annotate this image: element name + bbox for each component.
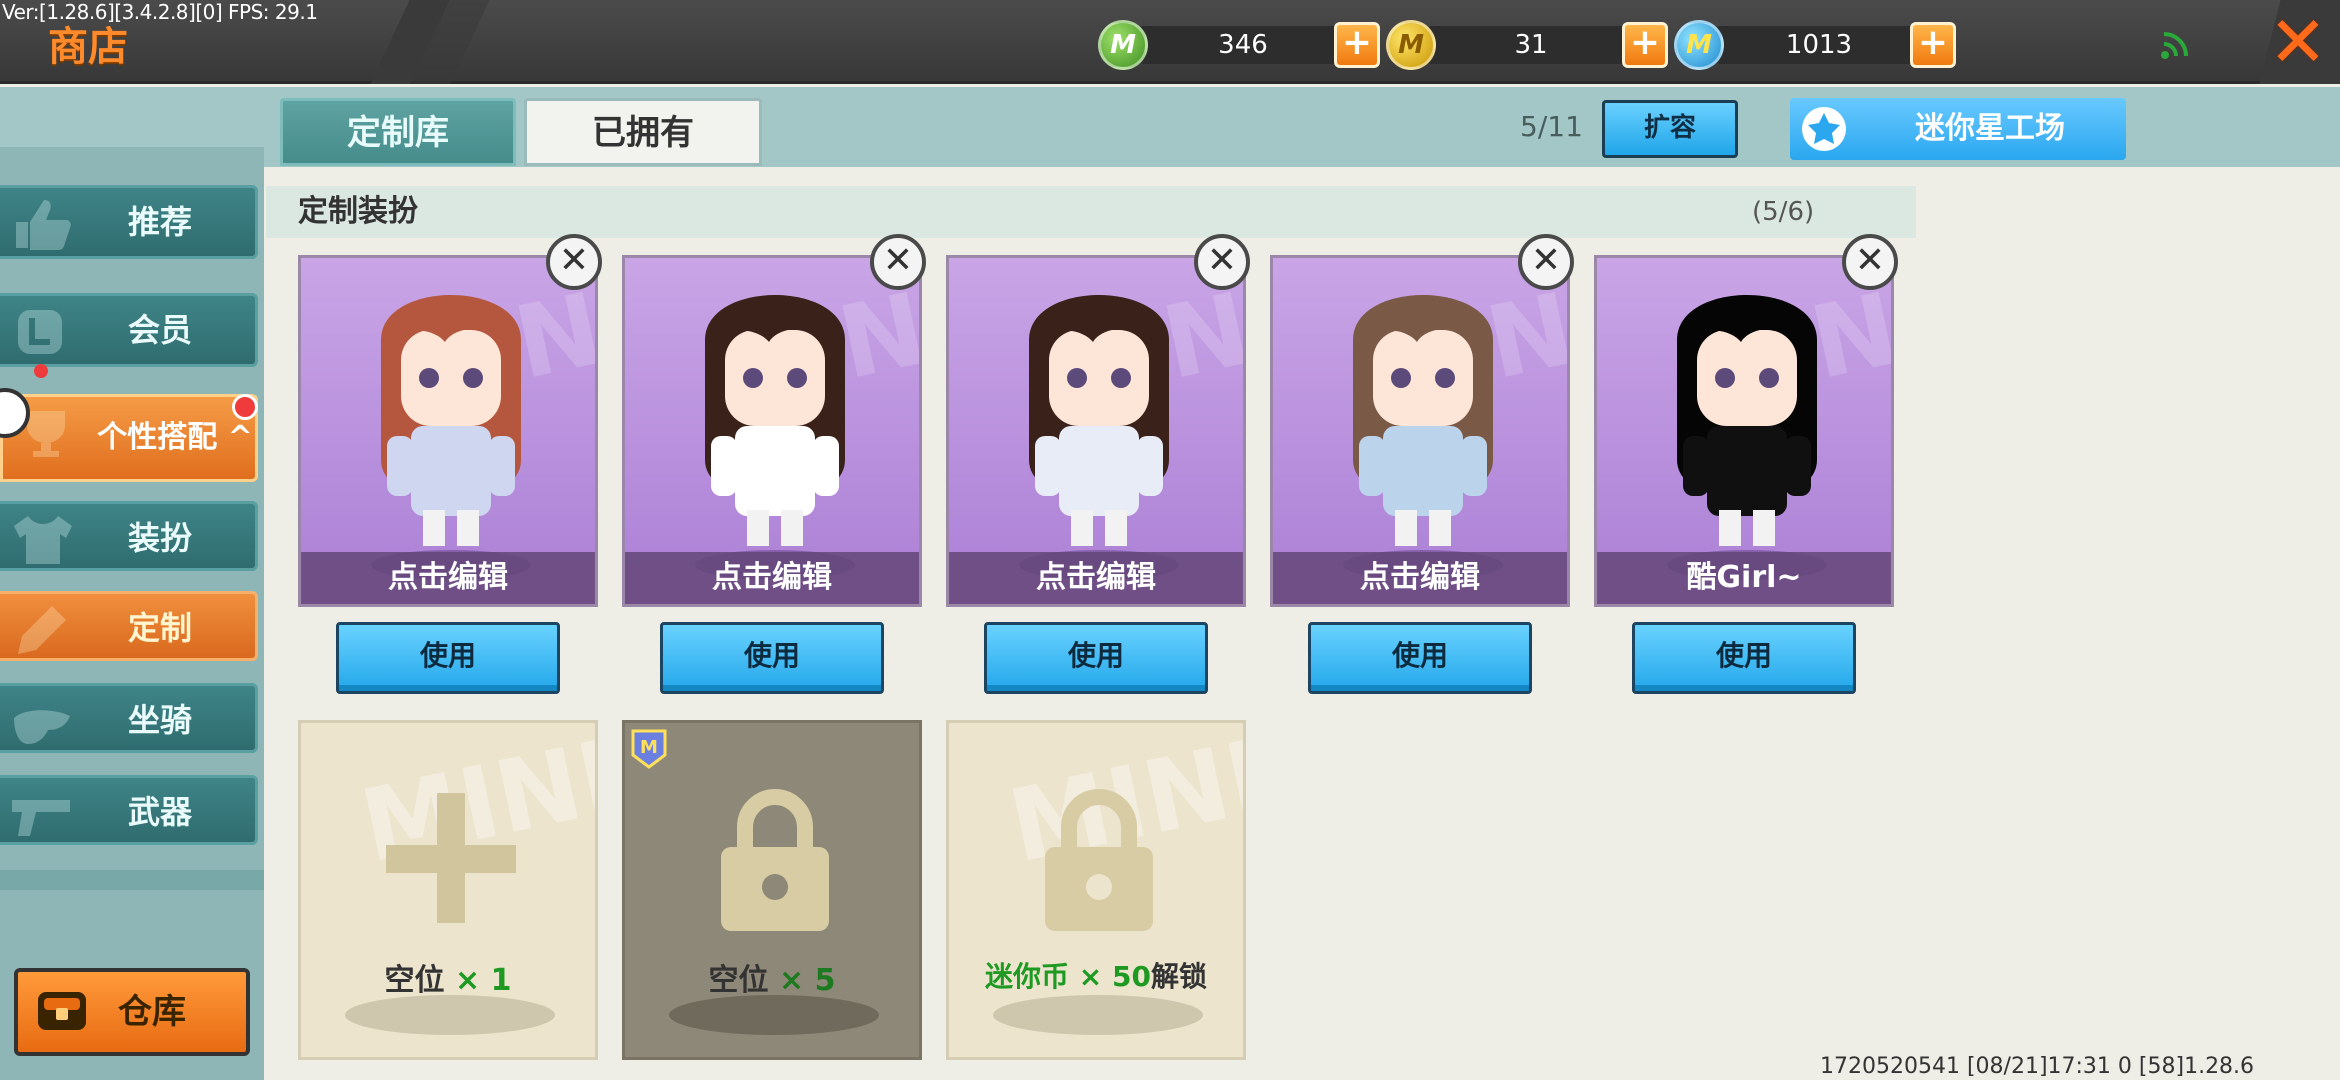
outfit-name[interactable]: 点击编辑: [625, 552, 919, 604]
avatar: [1677, 295, 1817, 546]
tab-owned[interactable]: 已拥有: [524, 98, 762, 166]
outfit-card[interactable]: MINI点击编辑: [298, 255, 598, 607]
add-mini-coin-button[interactable]: +: [1910, 22, 1956, 68]
outfit-name[interactable]: 点击编辑: [949, 552, 1243, 604]
sidebar-item-personal-style[interactable]: 个性搭配 ^: [0, 394, 258, 482]
sidebar-item-custom[interactable]: 定制: [0, 591, 258, 661]
sidebar-item-label: 会员: [127, 311, 192, 349]
outfit-name[interactable]: 酷Girl~: [1597, 552, 1891, 604]
avatar: [1353, 295, 1493, 546]
gun-icon: [12, 800, 70, 836]
sidebar-item-label: 坐骑: [127, 701, 192, 739]
footer-info: 1720520541 [08/21]17:31 0 [58]1.28.6: [1820, 1054, 2255, 1079]
mini-workshop-button[interactable]: 迷你星工场: [1790, 98, 2126, 160]
locked-slot-card[interactable]: M 空位 × 5: [622, 720, 922, 1060]
warehouse-label: 仓库: [118, 992, 186, 1032]
slot-label-price: 迷你币 × 50: [985, 960, 1151, 993]
notification-dot: [232, 394, 258, 420]
tab-custom-library[interactable]: 定制库: [280, 98, 516, 166]
close-icon[interactable]: ✕: [2268, 7, 2328, 77]
sidebar-item-label: 个性搭配 ^: [97, 420, 253, 455]
remove-outfit-button[interactable]: ✕: [1518, 234, 1574, 290]
locked-slot-card[interactable]: MINI 迷你币 × 50解锁: [946, 720, 1246, 1060]
use-outfit-button[interactable]: 使用: [660, 622, 884, 694]
currency-amount: 346: [1218, 30, 1268, 60]
warehouse-button[interactable]: 仓库: [14, 968, 250, 1056]
slot-shadow: [345, 995, 555, 1035]
remove-outfit-button[interactable]: ✕: [1194, 234, 1250, 290]
capacity-count: 5/11: [1520, 110, 1583, 143]
slot-label: 迷你币 × 50解锁: [949, 955, 1243, 995]
add-mini-gold-button[interactable]: +: [1622, 22, 1668, 68]
use-outfit-button[interactable]: 使用: [336, 622, 560, 694]
slot-label-suffix: 解锁: [1150, 960, 1207, 993]
sidebar-item-label: 装扮: [127, 519, 192, 557]
slot-shadow: [669, 995, 879, 1035]
slot-label: 空位 × 5: [625, 955, 919, 999]
thumbs-up-icon: [16, 200, 71, 250]
svg-text:M: M: [640, 737, 658, 758]
lock-icon: [721, 789, 829, 931]
shirt-icon: [14, 516, 72, 564]
vip-badge-icon: [18, 310, 62, 354]
remove-outfit-button[interactable]: ✕: [1842, 234, 1898, 290]
outfit-card[interactable]: MINI点击编辑: [622, 255, 922, 607]
sidebar-item-label: 定制: [127, 609, 192, 647]
mini-vip-badge-icon: M: [631, 729, 667, 769]
sidebar-item-outfit[interactable]: 装扮: [0, 501, 258, 571]
remove-outfit-button[interactable]: ✕: [546, 234, 602, 290]
workshop-label: 迷你星工场: [1915, 111, 2065, 146]
slot-label-prefix: 空位: [708, 963, 779, 998]
empty-slot-card[interactable]: MINI 空位 × 1: [298, 720, 598, 1060]
remove-outfit-button[interactable]: ✕: [870, 234, 926, 290]
slot-shadow: [993, 995, 1203, 1035]
notification-dot: [34, 364, 48, 378]
sidebar-item-vip[interactable]: 会员: [0, 293, 258, 367]
section-header: [266, 186, 1916, 238]
saddle-icon: [14, 710, 70, 744]
sidebar-more-hint: [0, 870, 264, 890]
star-icon: [1802, 107, 1846, 151]
pencil-icon: [18, 606, 66, 654]
signal-icon: [2161, 32, 2188, 59]
expand-capacity-button[interactable]: 扩容: [1602, 100, 1738, 158]
sidebar-item-mount[interactable]: 坐骑: [0, 683, 258, 753]
sidebar-item-recommend[interactable]: 推荐: [0, 185, 258, 259]
lock-icon: [1045, 789, 1153, 931]
currency-amount: 1013: [1785, 30, 1853, 60]
outfit-card[interactable]: MINI酷Girl~: [1594, 255, 1894, 607]
sidebar-item-weapon[interactable]: 武器: [0, 775, 258, 845]
avatar: [705, 295, 845, 546]
currency-amount: 31: [1514, 30, 1548, 60]
plus-icon: [386, 793, 516, 923]
page-title: 商店: [48, 24, 128, 70]
avatar: [381, 295, 521, 546]
outfit-name[interactable]: 点击编辑: [301, 552, 595, 604]
avatar: [1029, 295, 1169, 546]
slot-label: 空位 × 1: [301, 955, 595, 999]
add-mini-bean-button[interactable]: +: [1334, 22, 1380, 68]
slot-label-prefix: 空位: [384, 963, 455, 998]
section-count: (5/6): [1752, 197, 1815, 227]
slot-label-count: × 1: [454, 963, 512, 998]
outfit-card[interactable]: MINI点击编辑: [1270, 255, 1570, 607]
sidebar-item-label: 武器: [127, 793, 192, 831]
slot-label-count: × 5: [778, 963, 836, 998]
chest-icon: [38, 992, 86, 1030]
sidebar-item-label: 推荐: [127, 203, 192, 241]
outfit-card[interactable]: MINI点击编辑: [946, 255, 1246, 607]
use-outfit-button[interactable]: 使用: [1308, 622, 1532, 694]
sidebar-top: [0, 87, 264, 147]
use-outfit-button[interactable]: 使用: [1632, 622, 1856, 694]
use-outfit-button[interactable]: 使用: [984, 622, 1208, 694]
section-title: 定制装扮: [298, 194, 418, 229]
outfit-name[interactable]: 点击编辑: [1273, 552, 1567, 604]
